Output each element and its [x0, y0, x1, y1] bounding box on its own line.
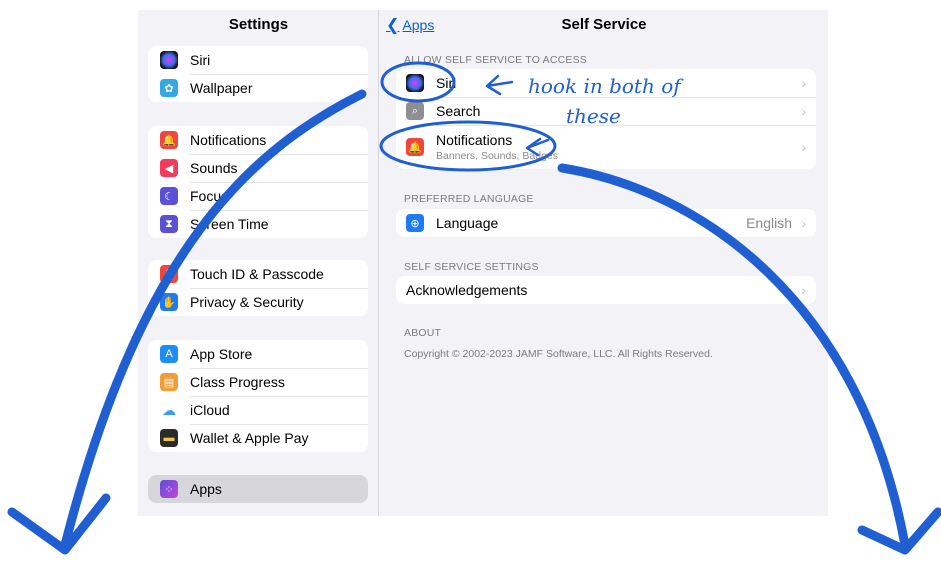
copyright-text: Copyright © 2002-2023 JAMF Software, LLC…: [404, 348, 713, 360]
sidebar-item-touch-id[interactable]: 🔒 Touch ID & Passcode: [148, 260, 368, 288]
section-header-about: ABOUT: [404, 327, 442, 339]
siri-icon: [160, 51, 178, 69]
sidebar-group: 🔒 Touch ID & Passcode ✋ Privacy & Securi…: [148, 260, 368, 316]
settings-sidebar: Settings Siri ✿ Wallpaper 🔔 Notification…: [138, 10, 379, 516]
chevron-right-icon: ›: [801, 139, 806, 155]
nav-bar: ❮ Apps Self Service: [380, 10, 828, 38]
sidebar-item-label: Wallet & Apple Pay: [190, 430, 309, 446]
screen-time-icon: ⧗: [160, 215, 178, 233]
row-language[interactable]: ⊕ Language English ›: [396, 209, 816, 237]
app-store-icon: A: [160, 345, 178, 363]
focus-icon: ☾: [160, 187, 178, 205]
section-header-settings: SELF SERVICE SETTINGS: [404, 261, 539, 273]
sidebar-item-label: Notifications: [190, 132, 267, 148]
sidebar-item-label: Wallpaper: [190, 80, 253, 96]
sidebar-item-screen-time[interactable]: ⧗ Screen Time: [148, 210, 368, 238]
chevron-right-icon: ›: [801, 215, 806, 231]
globe-icon: ⊕: [406, 214, 424, 232]
sidebar-item-siri[interactable]: Siri: [148, 46, 368, 74]
sidebar-item-label: Sounds: [190, 160, 238, 176]
sidebar-item-label: Apps: [190, 481, 222, 497]
sounds-icon: ◀: [160, 159, 178, 177]
privacy-icon: ✋: [160, 293, 178, 311]
wallet-icon: ▬: [160, 429, 178, 447]
notifications-icon: 🔔: [160, 131, 178, 149]
sidebar-item-class-progress[interactable]: ▤ Class Progress: [148, 368, 368, 396]
apps-icon: ⁘: [160, 480, 178, 498]
touch-id-icon: 🔒: [160, 265, 178, 283]
ipad-screen: Settings Siri ✿ Wallpaper 🔔 Notification…: [138, 10, 828, 516]
row-subtitle: Banners, Sounds, Badges: [436, 150, 559, 162]
sidebar-item-focus[interactable]: ☾ Focus: [148, 182, 368, 210]
row-notifications[interactable]: 🔔 Notifications Banners, Sounds, Badges …: [396, 125, 816, 169]
sidebar-item-label: Privacy & Security: [190, 294, 304, 310]
sidebar-item-label: Screen Time: [190, 216, 269, 232]
row-label: Notifications: [436, 132, 513, 148]
sidebar-item-label: Class Progress: [190, 374, 285, 390]
row-label: Search: [436, 103, 481, 119]
row-label: Siri: [436, 75, 457, 91]
row-label: Language: [436, 215, 499, 231]
row-label: Acknowledgements: [406, 282, 528, 298]
section-header-language: PREFERRED LANGUAGE: [404, 193, 534, 205]
left-arrow-head: [7, 493, 111, 555]
sidebar-item-sounds[interactable]: ◀ Sounds: [148, 154, 368, 182]
sidebar-group: A App Store ▤ Class Progress ☁ iCloud ▬ …: [148, 340, 368, 452]
page-title: Self Service: [561, 16, 647, 33]
row-acknowledgements[interactable]: Acknowledgements ›: [396, 276, 816, 304]
sidebar-item-notifications[interactable]: 🔔 Notifications: [148, 126, 368, 154]
section-header-access: ALLOW SELF SERVICE TO ACCESS: [404, 54, 587, 66]
language-value: English: [746, 215, 792, 231]
wallpaper-icon: ✿: [160, 79, 178, 97]
sidebar-item-label: iCloud: [190, 402, 230, 418]
annotation-text-line2: these: [566, 104, 621, 128]
annotation-text-line1: hook in both of: [528, 74, 681, 98]
sidebar-group: ⁘ Apps: [148, 475, 368, 503]
chevron-right-icon: ›: [801, 75, 806, 91]
sidebar-title: Settings: [228, 16, 289, 33]
language-group: ⊕ Language English ›: [396, 209, 816, 237]
sidebar-item-privacy[interactable]: ✋ Privacy & Security: [148, 288, 368, 316]
sidebar-item-icloud[interactable]: ☁ iCloud: [148, 396, 368, 424]
icloud-icon: ☁: [160, 401, 178, 419]
sidebar-item-label: Focus: [190, 188, 229, 204]
search-icon: ⌕: [406, 102, 424, 120]
sidebar-item-wallpaper[interactable]: ✿ Wallpaper: [148, 74, 368, 102]
notifications-icon: 🔔: [406, 138, 424, 156]
sidebar-item-wallet[interactable]: ▬ Wallet & Apple Pay: [148, 424, 368, 452]
sidebar-item-label: Touch ID & Passcode: [190, 266, 324, 282]
right-arrow-head: [857, 507, 941, 555]
sidebar-item-app-store[interactable]: A App Store: [148, 340, 368, 368]
sidebar-group: Siri ✿ Wallpaper: [148, 46, 368, 102]
sidebar-item-label: App Store: [190, 346, 253, 362]
sidebar-item-label: Siri: [190, 52, 211, 68]
sidebar-item-apps[interactable]: ⁘ Apps: [148, 475, 368, 503]
sidebar-group: 🔔 Notifications ◀ Sounds ☾ Focus ⧗ Scree…: [148, 126, 368, 238]
class-progress-icon: ▤: [160, 373, 178, 391]
chevron-right-icon: ›: [801, 282, 806, 298]
settings-group: Acknowledgements ›: [396, 276, 816, 304]
chevron-right-icon: ›: [801, 103, 806, 119]
siri-icon: [406, 74, 424, 92]
